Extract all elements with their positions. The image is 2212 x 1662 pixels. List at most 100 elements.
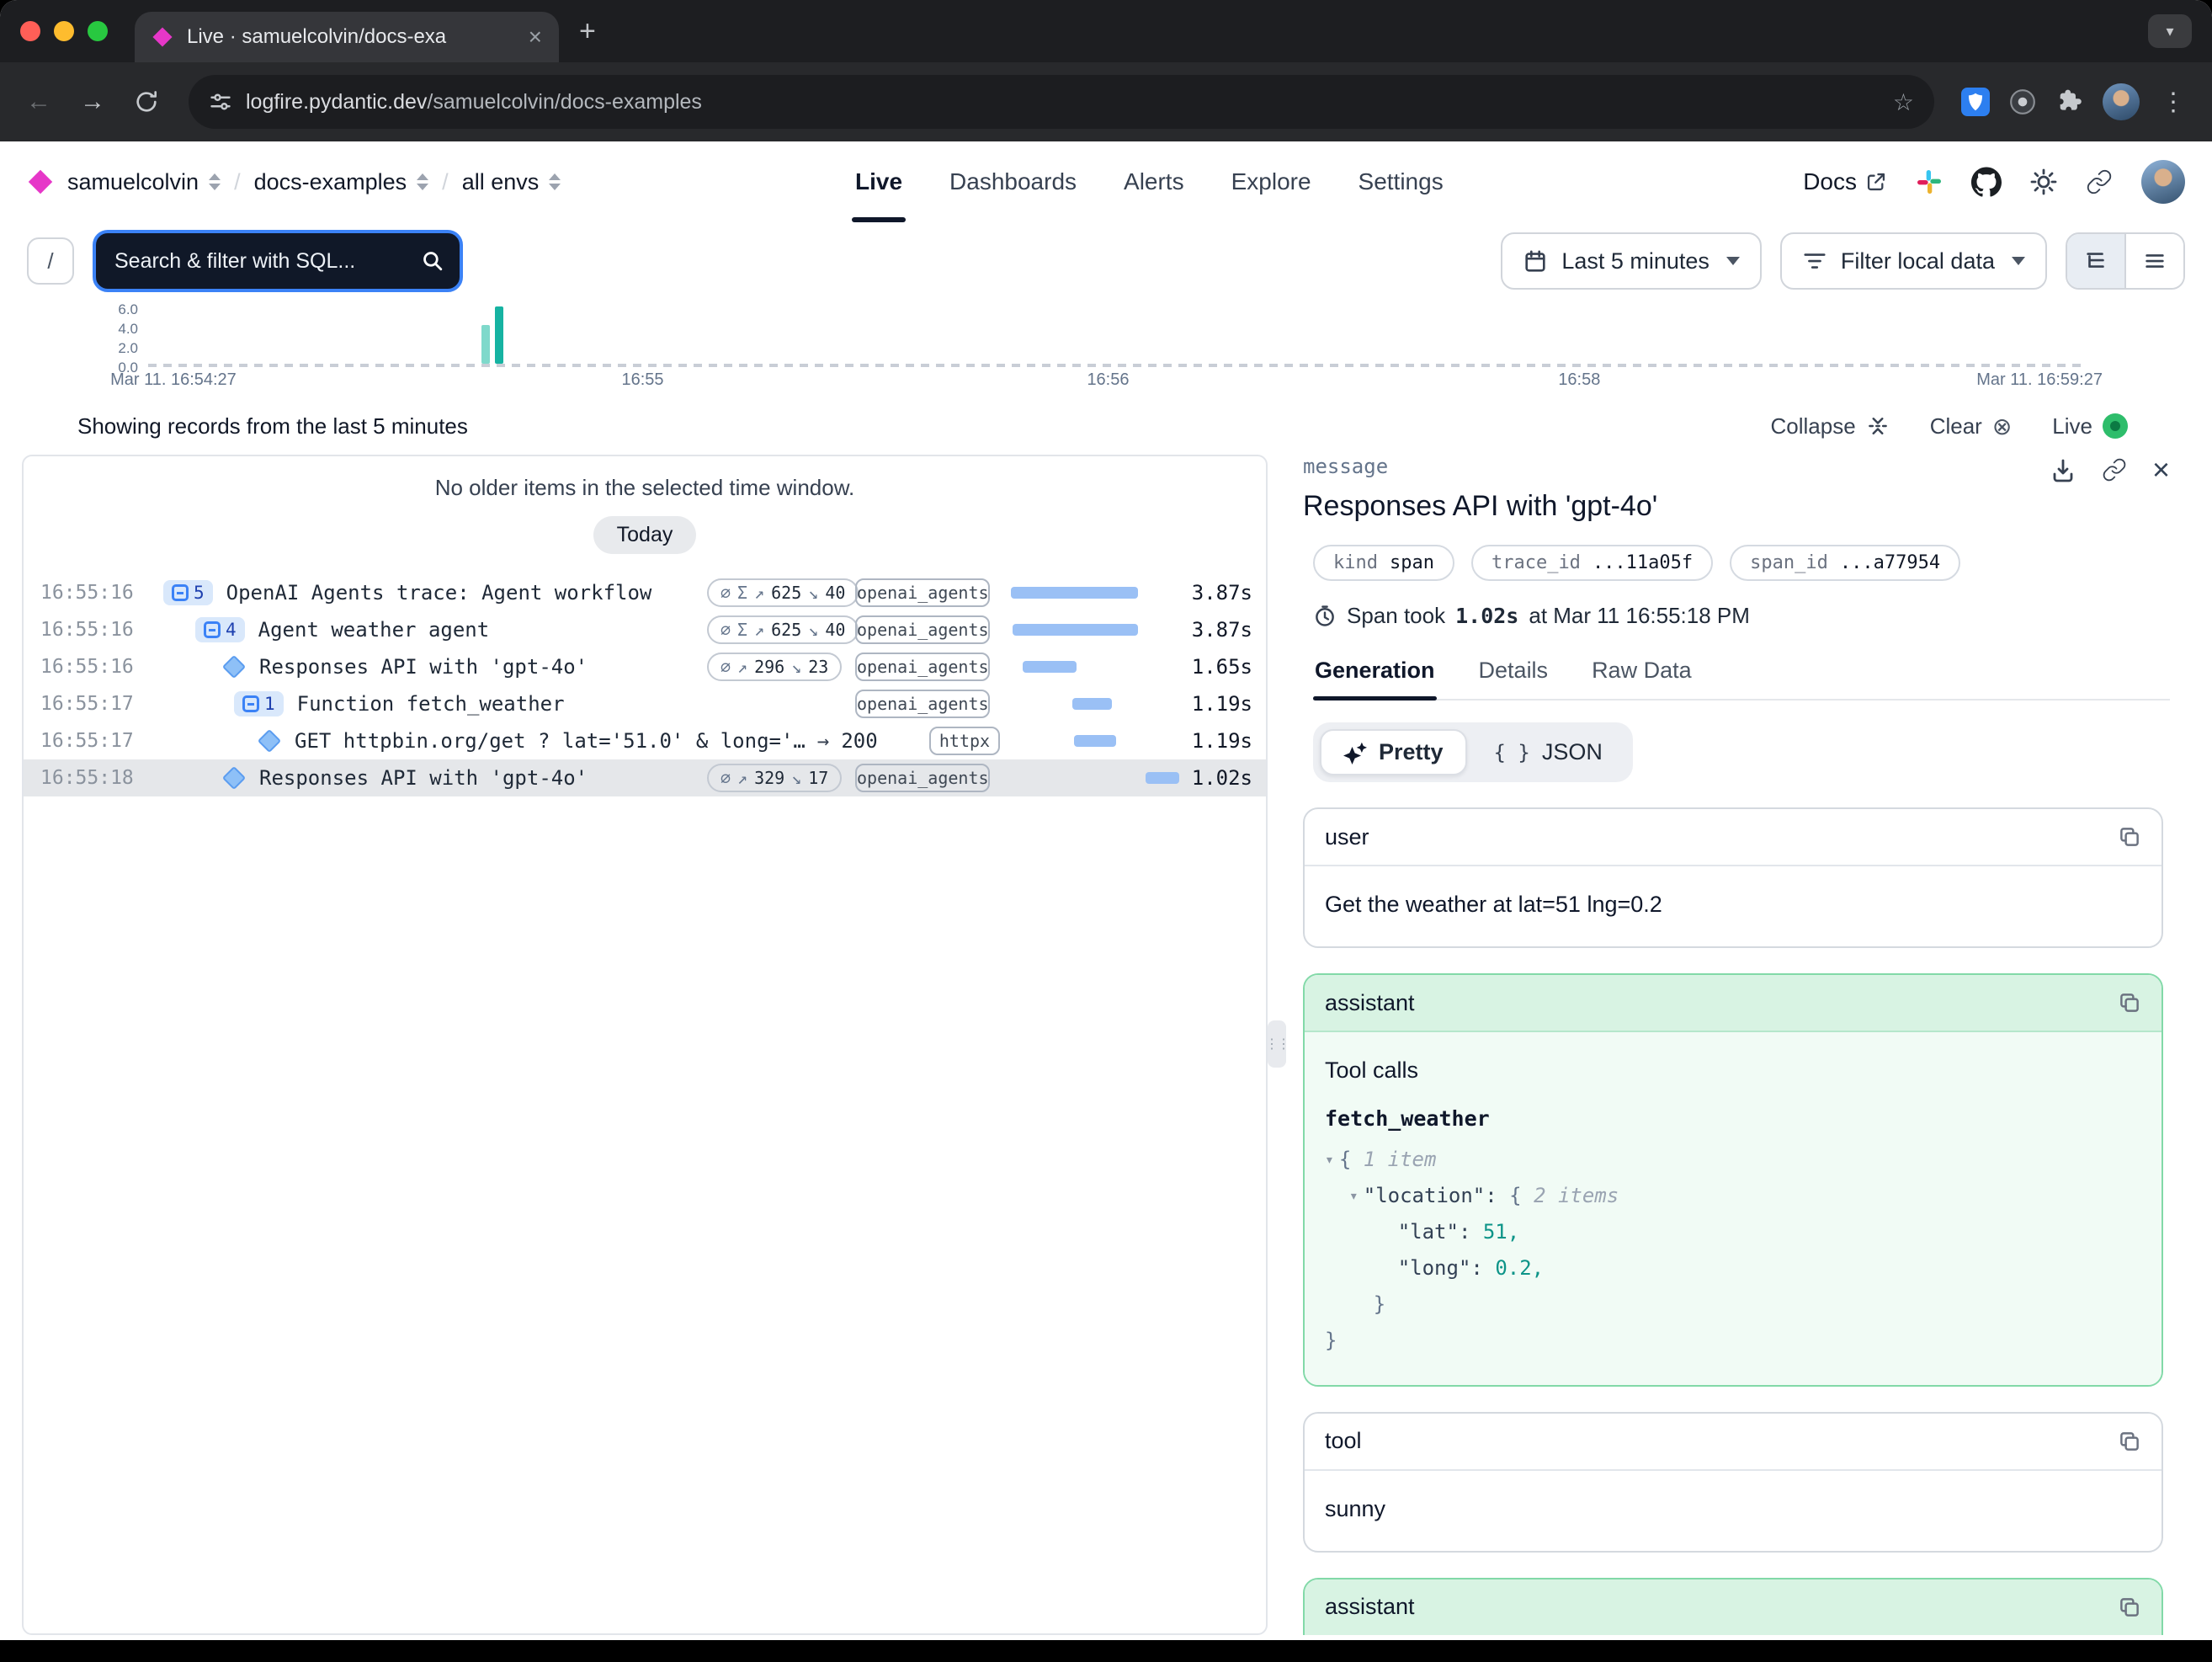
project-selector[interactable]: docs-examples bbox=[254, 169, 429, 195]
span-id-key: span_id bbox=[1750, 552, 1828, 573]
trace-row[interactable]: 16:55:17 1 Function fetch_weather openai… bbox=[24, 685, 1266, 722]
tab-details[interactable]: Details bbox=[1477, 646, 1550, 699]
copy-link-icon[interactable] bbox=[2102, 457, 2127, 482]
tab-close-icon[interactable]: × bbox=[529, 25, 542, 49]
scope-tag: httpx bbox=[929, 727, 1000, 755]
duration-bar bbox=[1023, 661, 1077, 673]
kind-key: kind bbox=[1333, 552, 1378, 573]
tab-dashboards[interactable]: Dashboards bbox=[949, 141, 1077, 222]
tokens-icon: ∅ bbox=[720, 620, 731, 640]
back-button[interactable]: ← bbox=[13, 77, 64, 127]
histogram-plot[interactable] bbox=[148, 305, 2087, 367]
collapse-minus-icon bbox=[204, 621, 221, 638]
collapse-minus-icon bbox=[242, 695, 259, 712]
fullscreen-window-button[interactable] bbox=[88, 21, 108, 41]
span-label: Agent weather agent bbox=[258, 618, 490, 642]
search-input[interactable] bbox=[111, 248, 411, 275]
tree-indent bbox=[141, 740, 258, 742]
trace-id-badge[interactable]: trace_id...11a05f bbox=[1471, 545, 1713, 581]
tab-generation[interactable]: Generation bbox=[1313, 646, 1437, 699]
trace-row-selected[interactable]: 16:55:18 Responses API with 'gpt-4o' ∅↗3… bbox=[24, 759, 1266, 796]
tree-indent bbox=[141, 592, 163, 594]
org-selector[interactable]: samuelcolvin bbox=[67, 169, 221, 195]
browser-toolbar: ← → logfire.pydantic.dev/samuelcolvin/do… bbox=[0, 62, 2212, 141]
slack-icon[interactable] bbox=[1916, 168, 1943, 195]
today-pill[interactable]: Today bbox=[593, 516, 697, 554]
tree-view-button[interactable] bbox=[2067, 234, 2124, 288]
collapse-toggle[interactable]: 4 bbox=[195, 617, 245, 642]
search-box[interactable] bbox=[93, 230, 463, 292]
tab-explore[interactable]: Explore bbox=[1231, 141, 1311, 222]
time-range-dropdown[interactable]: Last 5 minutes bbox=[1501, 232, 1762, 290]
live-toggle[interactable]: Live bbox=[2052, 413, 2128, 439]
share-link-icon[interactable] bbox=[2086, 168, 2113, 195]
collapse-toggle[interactable]: 1 bbox=[234, 691, 284, 716]
span-id-badge[interactable]: span_id...a77954 bbox=[1730, 545, 1960, 581]
y-tick: 4.0 bbox=[94, 321, 138, 338]
json-line[interactable]: ▾"location": { 2 items bbox=[1325, 1178, 2141, 1214]
env-selector[interactable]: all envs bbox=[462, 169, 561, 195]
collapse-all-icon bbox=[1866, 414, 1890, 438]
project-name: docs-examples bbox=[254, 169, 407, 195]
minimize-window-button[interactable] bbox=[54, 21, 74, 41]
copy-button[interactable] bbox=[2118, 1430, 2141, 1453]
trace-rows: 16:55:16 5 OpenAI Agents trace: Agent wo… bbox=[24, 574, 1266, 796]
user-avatar[interactable] bbox=[2141, 160, 2185, 204]
tab-live[interactable]: Live bbox=[855, 141, 902, 222]
json-key: "lat": bbox=[1398, 1220, 1471, 1244]
site-settings-icon bbox=[209, 90, 232, 114]
tree-indent bbox=[141, 666, 222, 668]
x-axis: Mar 11. 16:54:27 16:55 16:56 16:58 Mar 1… bbox=[148, 370, 2087, 394]
json-mode-button[interactable]: { } JSON bbox=[1470, 729, 1626, 775]
trace-row[interactable]: 16:55:16 Responses API with 'gpt-4o' ∅↗2… bbox=[24, 648, 1266, 685]
extensions-puzzle-icon[interactable] bbox=[2055, 88, 2084, 116]
filter-local-dropdown[interactable]: Filter local data bbox=[1780, 232, 2047, 290]
bookmark-star-icon[interactable]: ☆ bbox=[1893, 88, 1914, 116]
tab-settings[interactable]: Settings bbox=[1359, 141, 1444, 222]
role-label: tool bbox=[1325, 1428, 1362, 1454]
theme-sun-icon[interactable] bbox=[2030, 168, 2057, 195]
pretty-mode-button[interactable]: Pretty bbox=[1320, 729, 1467, 775]
github-icon[interactable] bbox=[1971, 167, 2002, 197]
new-tab-button[interactable]: + bbox=[579, 15, 596, 48]
browser-profile-avatar[interactable] bbox=[2103, 83, 2140, 120]
output-tokens: 17 bbox=[808, 768, 828, 788]
list-view-button[interactable] bbox=[2124, 234, 2183, 288]
url-bar[interactable]: logfire.pydantic.dev/samuelcolvin/docs-e… bbox=[189, 75, 1934, 129]
reload-button[interactable] bbox=[121, 77, 172, 127]
browser-menu-icon[interactable]: ⋮ bbox=[2158, 88, 2188, 117]
tab-alerts[interactable]: Alerts bbox=[1124, 141, 1184, 222]
close-window-button[interactable] bbox=[20, 21, 40, 41]
trace-row[interactable]: 16:55:16 4 Agent weather agent ∅Σ↗625↘40… bbox=[24, 611, 1266, 648]
copy-button[interactable] bbox=[2118, 1595, 2141, 1619]
tab-search-button[interactable]: ▾ bbox=[2148, 14, 2192, 48]
docs-link[interactable]: Docs bbox=[1803, 168, 1887, 195]
adblock-extension-icon[interactable] bbox=[1961, 88, 1990, 116]
extension-icon-secondary[interactable] bbox=[2008, 88, 2037, 116]
span-label: Responses API with 'gpt-4o' bbox=[259, 766, 588, 790]
trace-row[interactable]: 16:55:17 GET httpbin.org/get ? lat='51.0… bbox=[24, 722, 1266, 759]
collapse-toggle[interactable]: 5 bbox=[163, 580, 213, 605]
close-panel-icon[interactable]: × bbox=[2152, 455, 2170, 485]
browser-tab[interactable]: Live · samuelcolvin/docs-exa × bbox=[135, 12, 559, 62]
duration-bar bbox=[1074, 735, 1116, 747]
logfire-logo[interactable] bbox=[27, 168, 54, 195]
slash-shortcut-hint: / bbox=[27, 237, 74, 285]
span-diamond-icon bbox=[258, 729, 281, 753]
copy-button[interactable] bbox=[2118, 825, 2141, 849]
up-arrow-icon: ↗ bbox=[737, 657, 747, 677]
json-line[interactable]: ▾{ 1 item bbox=[1325, 1142, 2141, 1178]
json-key: "long": bbox=[1398, 1256, 1483, 1280]
header-actions: Docs bbox=[1803, 160, 2185, 204]
span-label: OpenAI Agents trace: Agent workflow bbox=[226, 581, 652, 605]
clear-button[interactable]: Clear ⊗ bbox=[1930, 413, 2013, 440]
trace-row[interactable]: 16:55:16 5 OpenAI Agents trace: Agent wo… bbox=[24, 574, 1266, 611]
duration-text: 1.19s bbox=[1192, 729, 1252, 753]
scroll-to-bottom-icon[interactable] bbox=[2050, 456, 2076, 483]
collapse-button[interactable]: Collapse bbox=[1771, 413, 1890, 439]
tab-raw-data[interactable]: Raw Data bbox=[1590, 646, 1694, 699]
forward-button[interactable]: → bbox=[67, 77, 118, 127]
panel-splitter-handle[interactable]: ⋮⋮ bbox=[1268, 1020, 1286, 1068]
copy-button[interactable] bbox=[2118, 991, 2141, 1015]
message-content: sunny bbox=[1305, 1471, 2161, 1551]
